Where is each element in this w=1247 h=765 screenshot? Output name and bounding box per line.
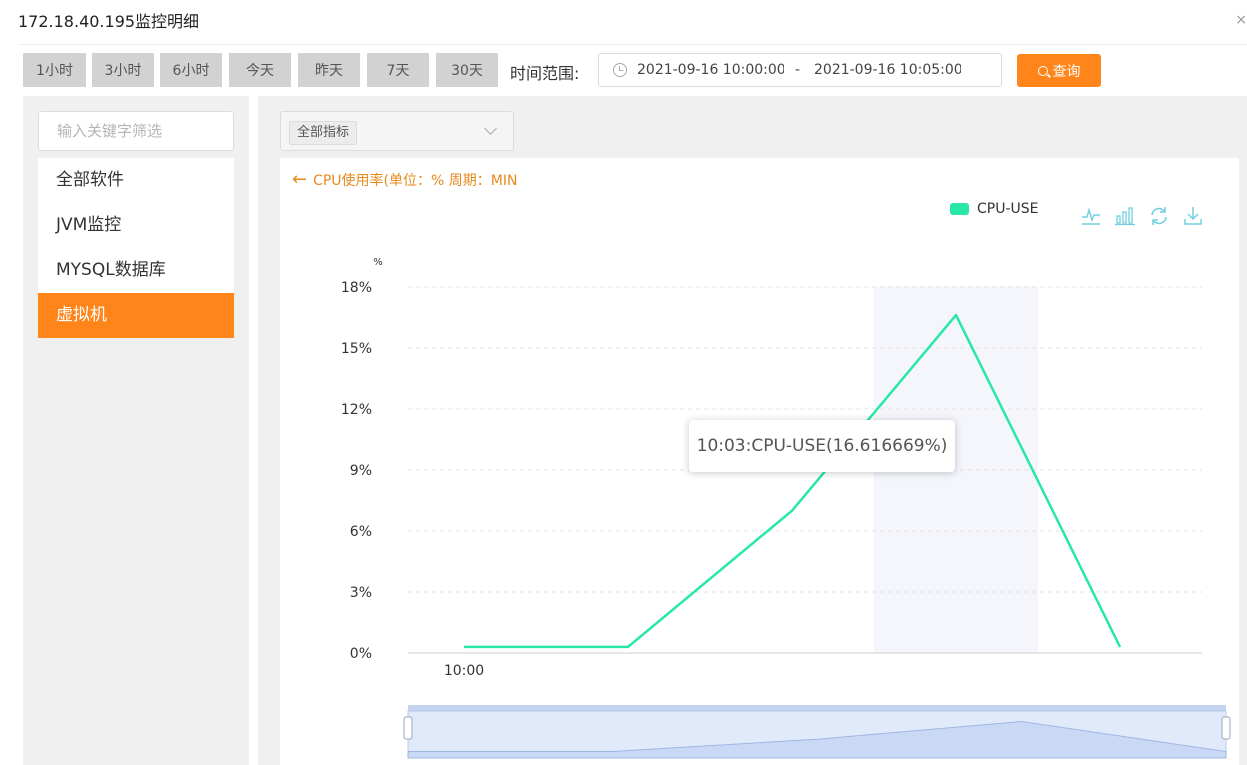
sidebar: 全部软件 JVM监控 MYSQL数据库 虚拟机 bbox=[23, 96, 249, 765]
y-axis-unit: % bbox=[373, 257, 383, 268]
y-tick-label: 15% bbox=[341, 341, 372, 357]
y-tick-label: 6% bbox=[350, 524, 372, 540]
range-button-30d[interactable]: 30天 bbox=[436, 53, 498, 87]
query-button-label: 查询 bbox=[1052, 63, 1081, 80]
range-button-1h[interactable]: 1小时 bbox=[23, 53, 86, 87]
filter-input[interactable] bbox=[38, 111, 234, 151]
zoom-handle-left[interactable] bbox=[403, 716, 413, 740]
date-end-input[interactable]: 2021-09-16 10:05:00 bbox=[814, 62, 961, 78]
range-button-today[interactable]: 今天 bbox=[229, 53, 291, 87]
time-range-label: 时间范围: bbox=[510, 64, 580, 83]
software-nav: 全部软件 JVM监控 MYSQL数据库 虚拟机 bbox=[38, 158, 234, 338]
chevron-down-icon bbox=[484, 122, 497, 135]
page-title: 172.18.40.195监控明细 bbox=[18, 12, 200, 31]
query-button[interactable]: 查询 bbox=[1017, 54, 1101, 87]
range-button-yesterday[interactable]: 昨天 bbox=[298, 53, 360, 87]
y-tick-label: 0% bbox=[350, 646, 372, 662]
range-button-3h[interactable]: 3小时 bbox=[92, 53, 154, 87]
y-tick-label: 3% bbox=[350, 585, 372, 601]
nav-item-all-software[interactable]: 全部软件 bbox=[38, 158, 234, 203]
y-tick-label: 12% bbox=[341, 402, 372, 418]
chart-card: ← CPU使用率(单位：% 周期：MIN CPU-USE 0% 3% 6% 9%… bbox=[280, 158, 1239, 765]
range-button-6h[interactable]: 6小时 bbox=[160, 53, 222, 87]
zoom-handle-right[interactable] bbox=[1221, 716, 1231, 740]
date-separator: - bbox=[795, 62, 801, 78]
search-icon bbox=[1037, 65, 1048, 76]
nav-item-mysql[interactable]: MYSQL数据库 bbox=[38, 248, 234, 293]
nav-item-vm[interactable]: 虚拟机 bbox=[38, 293, 234, 338]
nav-item-jvm[interactable]: JVM监控 bbox=[38, 203, 234, 248]
date-start-input[interactable]: 2021-09-16 10:00:00 bbox=[637, 62, 784, 78]
clock-icon bbox=[613, 63, 627, 77]
metric-select-value: 全部指标 bbox=[289, 121, 358, 145]
header-divider bbox=[18, 44, 1247, 45]
metric-select[interactable]: 全部指标 bbox=[280, 111, 514, 151]
range-button-7d[interactable]: 7天 bbox=[367, 53, 429, 87]
x-tick-label: 10:00 bbox=[444, 663, 484, 679]
chart-tooltip: 10:03:CPU-USE(16.616669%) bbox=[689, 420, 955, 472]
date-range-picker[interactable]: 2021-09-16 10:00:00 - 2021-09-16 10:05:0… bbox=[598, 53, 1002, 87]
y-tick-label: 18% bbox=[341, 280, 372, 296]
y-tick-label: 9% bbox=[350, 463, 372, 479]
main-panel: 全部指标 ← CPU使用率(单位：% 周期：MIN CPU-USE 0% 3% … bbox=[258, 96, 1247, 765]
close-icon[interactable]: × bbox=[1235, 12, 1247, 28]
